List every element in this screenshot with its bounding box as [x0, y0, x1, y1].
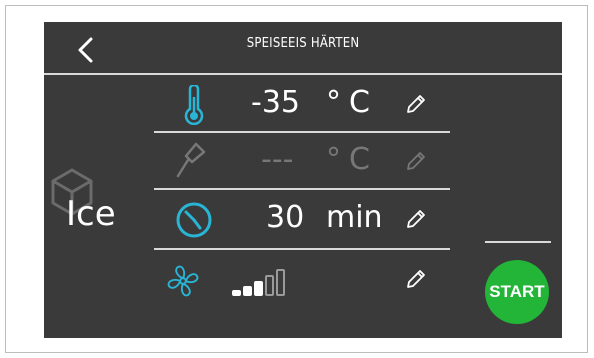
fan-speed-bar: [265, 275, 274, 296]
fan-speed-bars-icon: [232, 266, 307, 296]
edit-time-pencil-icon[interactable]: [404, 207, 428, 231]
row-divider-3: [154, 248, 450, 250]
probe-unit: °C: [326, 142, 378, 177]
fan-row[interactable]: [154, 252, 454, 306]
temperature-value: -35: [251, 85, 300, 120]
fan-speed-bar: [254, 281, 263, 296]
start-button[interactable]: START: [485, 260, 549, 324]
edit-temperature-pencil-icon[interactable]: [404, 92, 428, 116]
time-unit: min: [326, 200, 383, 235]
clock-icon: [176, 202, 212, 238]
probe-row[interactable]: --- °C: [154, 134, 454, 188]
fan-speed-bar: [243, 286, 252, 296]
row-divider-1: [154, 131, 450, 133]
temperature-unit: °C: [326, 85, 378, 120]
start-divider: [485, 241, 551, 243]
core-probe-icon: [176, 142, 206, 178]
header-divider: [44, 73, 562, 75]
time-value: 30: [266, 200, 305, 235]
time-row[interactable]: 30 min: [154, 192, 454, 246]
edit-probe-pencil-icon[interactable]: [404, 149, 428, 173]
device-screen: SPEISEEIS HÄRTEN Ice -35 °C --- °C 30 mi…: [44, 22, 562, 338]
temperature-row[interactable]: -35 °C: [154, 77, 454, 131]
edit-fan-pencil-icon[interactable]: [404, 267, 428, 291]
probe-value: ---: [261, 142, 294, 177]
fan-speed-bar: [232, 290, 241, 296]
row-divider-2: [154, 188, 450, 190]
page-title: SPEISEEIS HÄRTEN: [246, 36, 360, 51]
thermometer-icon: [184, 85, 204, 125]
mode-label: Ice: [66, 194, 116, 234]
fan-icon: [167, 265, 199, 297]
fan-speed-bar: [276, 269, 285, 296]
